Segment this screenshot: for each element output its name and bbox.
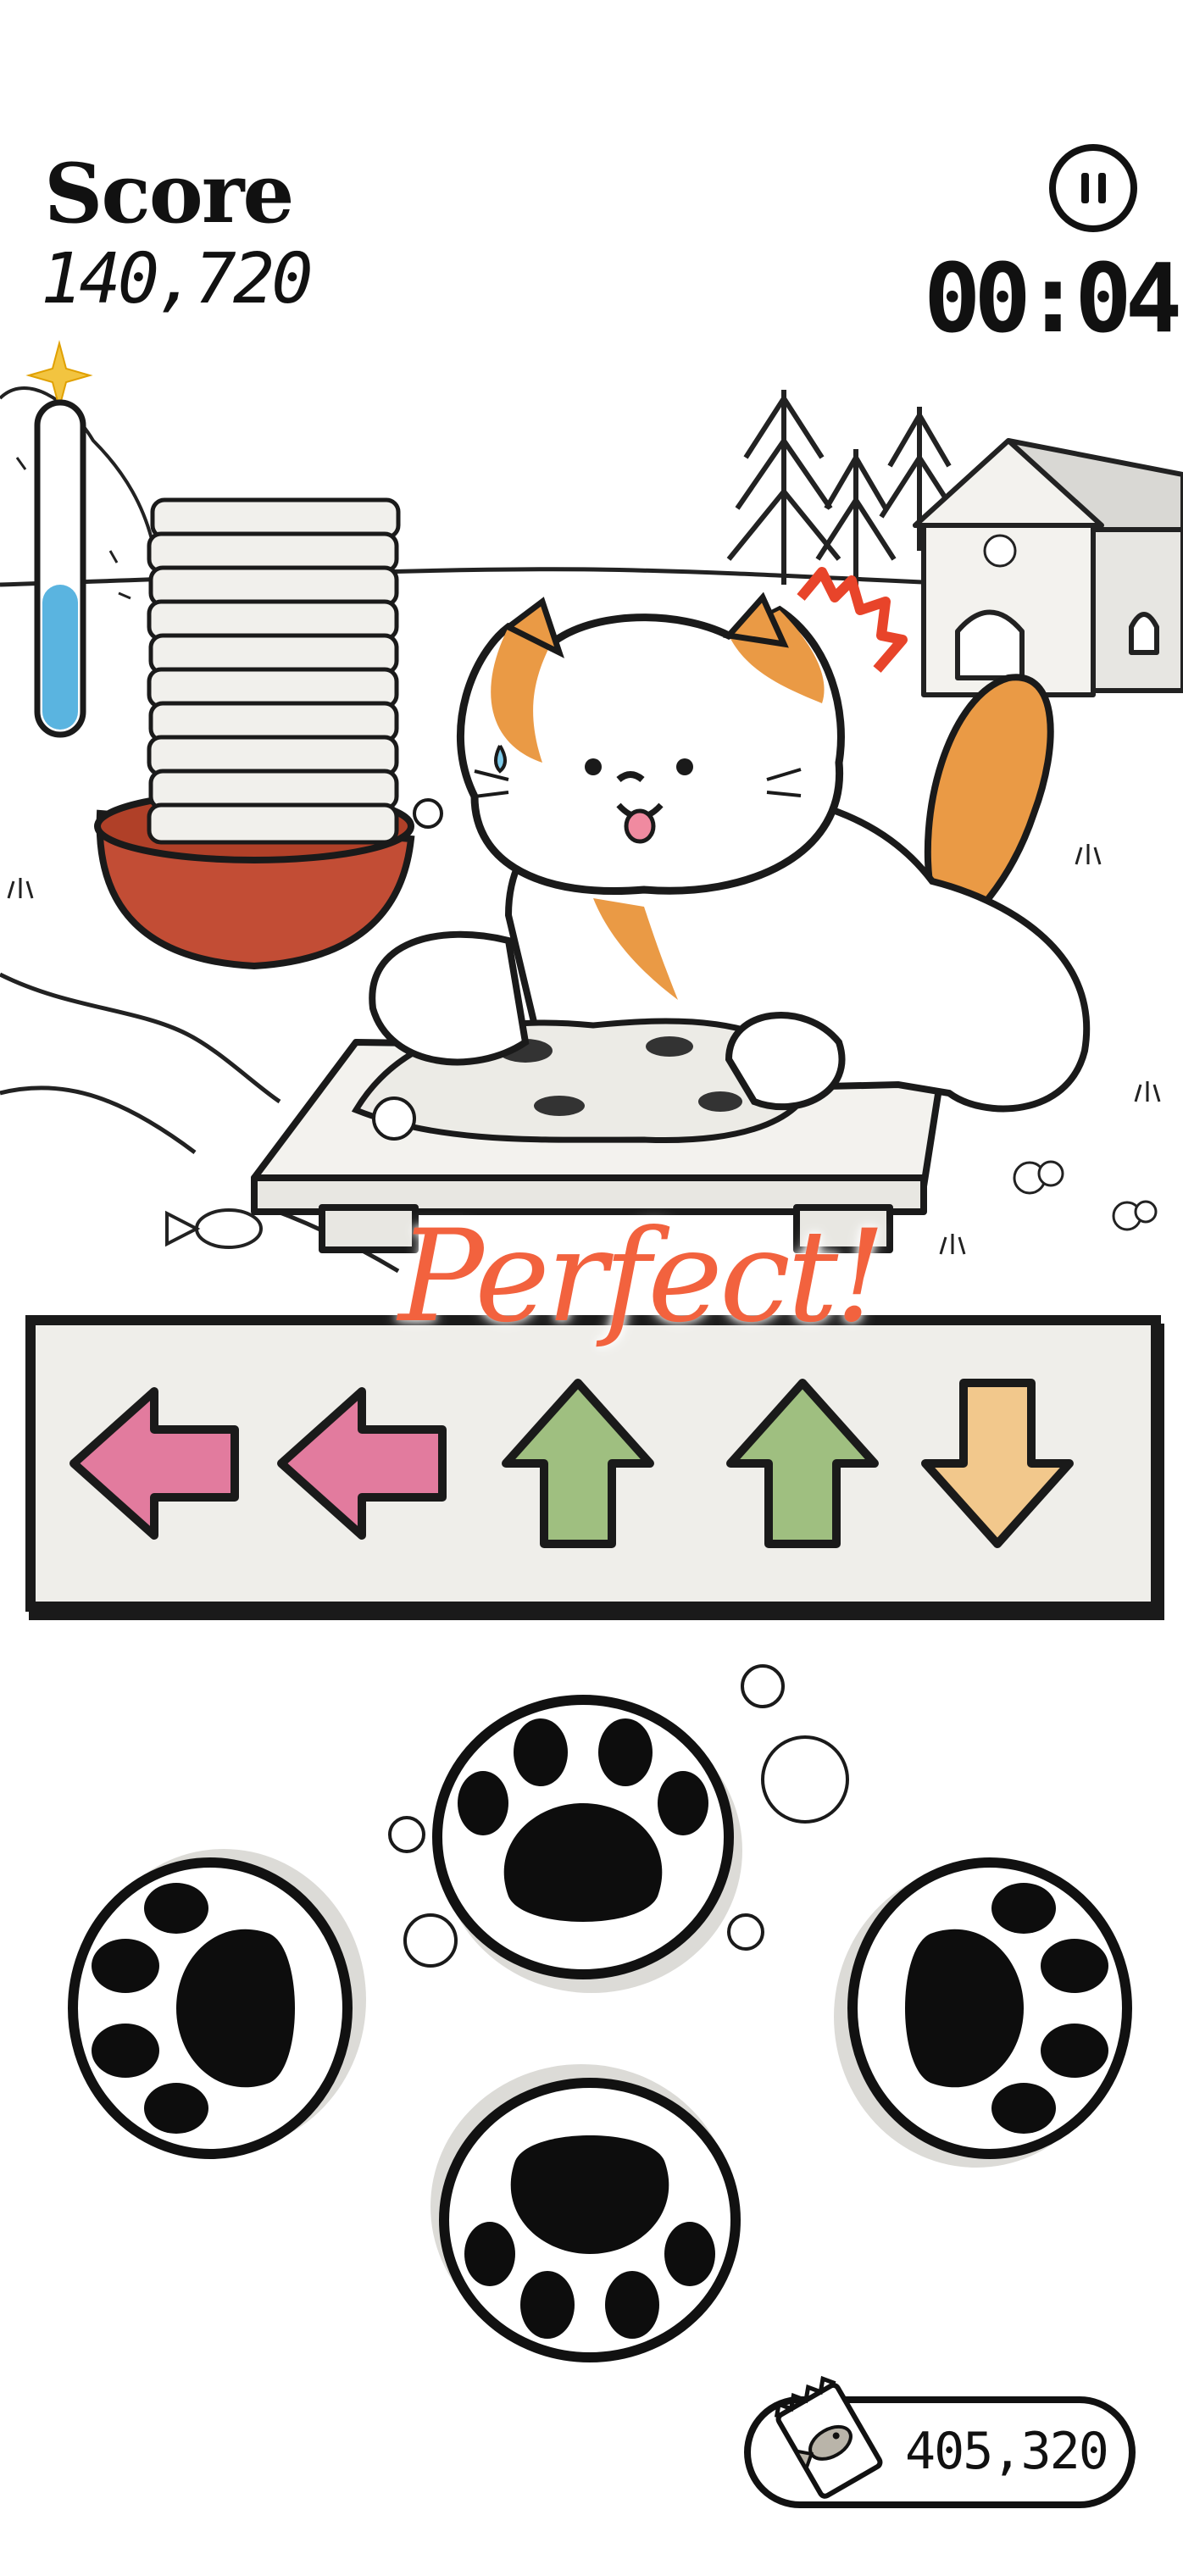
paw-button-left[interactable] — [41, 1830, 380, 2186]
timer: 00:04 — [924, 244, 1182, 354]
score-label: Score — [44, 146, 294, 242]
sequence-arrow-down — [921, 1379, 1074, 1548]
sequence-arrow-up — [726, 1379, 879, 1548]
paw-print-icon — [68, 1849, 366, 2159]
paw-print-icon — [430, 2064, 741, 2362]
soap-bubbles — [388, 1664, 849, 1968]
pause-icon — [1081, 173, 1106, 203]
currency-value: 405,320 — [905, 2422, 1109, 2481]
paw-button-down[interactable] — [412, 2051, 768, 2390]
pause-button[interactable] — [1049, 144, 1137, 232]
arrow-sequence-panel — [25, 1315, 1161, 1612]
sequence-arrow-left — [277, 1387, 447, 1540]
sequence-arrow-up — [502, 1379, 654, 1548]
sparkle-icon — [25, 340, 93, 411]
perfect-feedback: Perfect! — [398, 1203, 886, 1351]
combo-meter — [25, 340, 93, 738]
sequence-arrow-left — [69, 1387, 239, 1540]
combo-meter-fill — [42, 585, 78, 730]
fish-snack-icon — [774, 2375, 883, 2499]
score-value: 140,720 — [41, 239, 314, 319]
